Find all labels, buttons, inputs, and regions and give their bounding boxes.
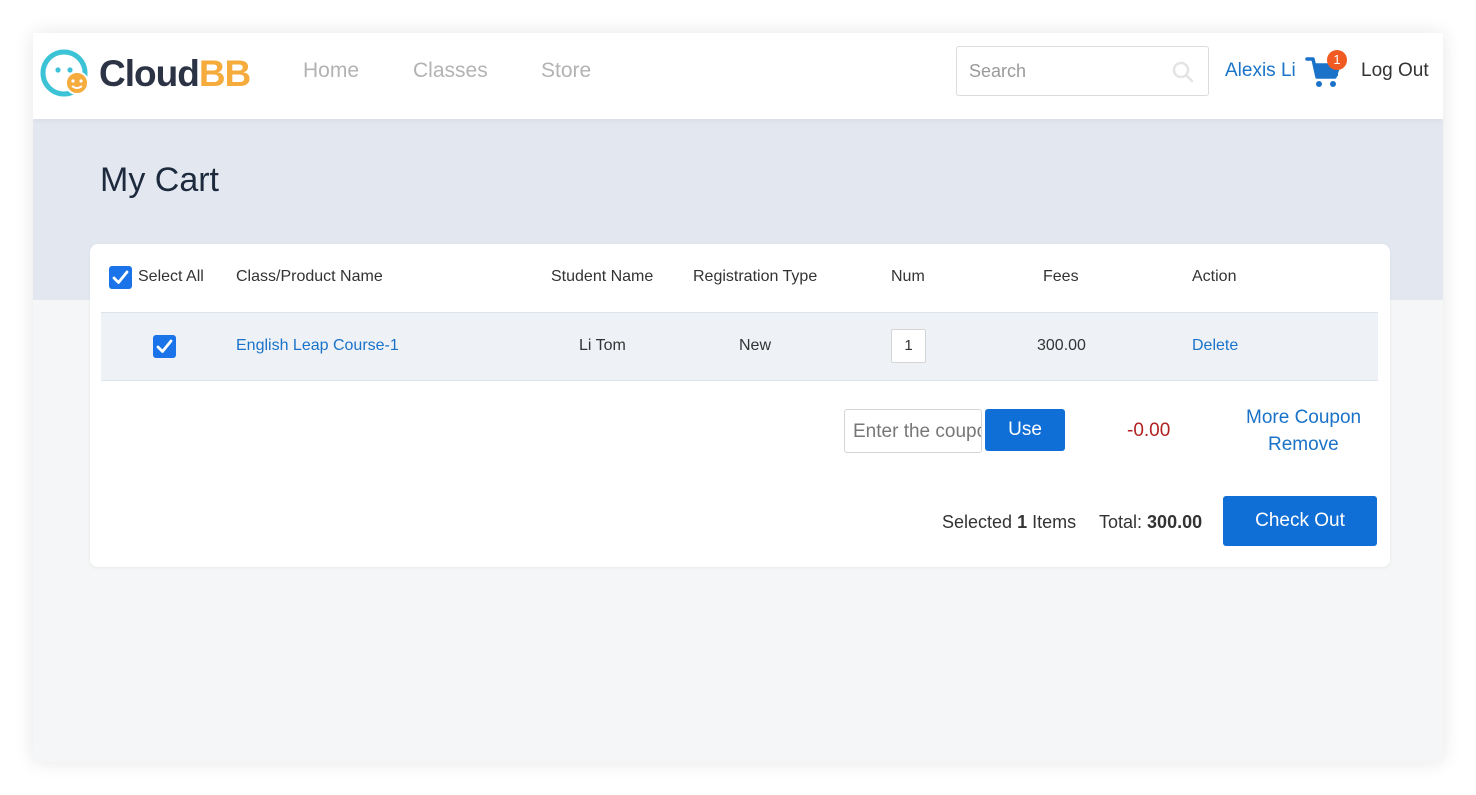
selected-prefix: Selected	[942, 512, 1013, 532]
table-row: English Leap Course-1 Li Tom New 1 300.0…	[101, 312, 1378, 381]
col-header-num: Num	[891, 268, 925, 285]
coupon-input[interactable]	[851, 418, 981, 446]
user-name-link[interactable]: Alexis Li	[1225, 60, 1296, 82]
total-summary: Total: 300.00	[1099, 512, 1202, 533]
nav-classes[interactable]: Classes	[413, 59, 488, 83]
total-value: 300.00	[1147, 512, 1203, 532]
logo-text-part1: Cloud	[99, 53, 200, 94]
select-all-checkbox[interactable]	[109, 266, 132, 289]
coupon-field	[844, 409, 982, 453]
top-header: CloudBB Home Classes Store Alexis Li 1 L…	[33, 33, 1443, 119]
remove-coupon-link[interactable]: Remove	[1268, 434, 1339, 456]
nav-store[interactable]: Store	[541, 59, 591, 83]
row-student-name: Li Tom	[579, 337, 626, 354]
search-input[interactable]	[967, 57, 1161, 85]
total-label: Total:	[1099, 512, 1143, 532]
more-coupon-link[interactable]: More Coupon	[1246, 407, 1361, 429]
select-all-label[interactable]: Select All	[138, 268, 204, 286]
row-registration-type: New	[739, 337, 772, 354]
app-window: CloudBB Home Classes Store Alexis Li 1 L…	[33, 33, 1443, 762]
row-checkbox[interactable]	[153, 335, 176, 358]
col-header-action: Action	[1192, 268, 1237, 285]
col-header-fees: Fees	[1043, 268, 1079, 285]
search-icon[interactable]	[1172, 61, 1194, 83]
cart-count-badge: 1	[1327, 50, 1347, 70]
search-box	[956, 46, 1209, 96]
check-icon	[156, 339, 173, 353]
selected-suffix: Items	[1032, 512, 1077, 532]
logo-text-part2: BB	[198, 53, 251, 94]
coupon-discount: -0.00	[1127, 420, 1171, 441]
checkout-button[interactable]: Check Out	[1223, 496, 1377, 546]
logo-text: CloudBB	[99, 53, 251, 94]
check-icon	[112, 270, 129, 284]
col-header-student: Student Name	[551, 268, 654, 285]
nav-home[interactable]: Home	[303, 59, 359, 83]
quantity-input[interactable]: 1	[891, 329, 926, 363]
col-header-name: Class/Product Name	[236, 268, 383, 285]
selected-summary: Selected 1 Items	[942, 512, 1076, 533]
cart-card: Select All Class/Product Name Student Na…	[90, 244, 1390, 567]
row-delete-link[interactable]: Delete	[1192, 337, 1238, 355]
col-header-registration-type: Registration Type	[693, 268, 818, 285]
row-fees: 300.00	[1037, 337, 1086, 354]
logo[interactable]: CloudBB	[39, 49, 251, 99]
row-product-name[interactable]: English Leap Course-1	[236, 337, 399, 355]
page-title: My Cart	[100, 161, 219, 199]
logout-link[interactable]: Log Out	[1361, 60, 1429, 82]
logo-face-icon	[40, 49, 89, 97]
use-coupon-button[interactable]: Use	[985, 409, 1065, 451]
selected-count: 1	[1017, 512, 1028, 532]
